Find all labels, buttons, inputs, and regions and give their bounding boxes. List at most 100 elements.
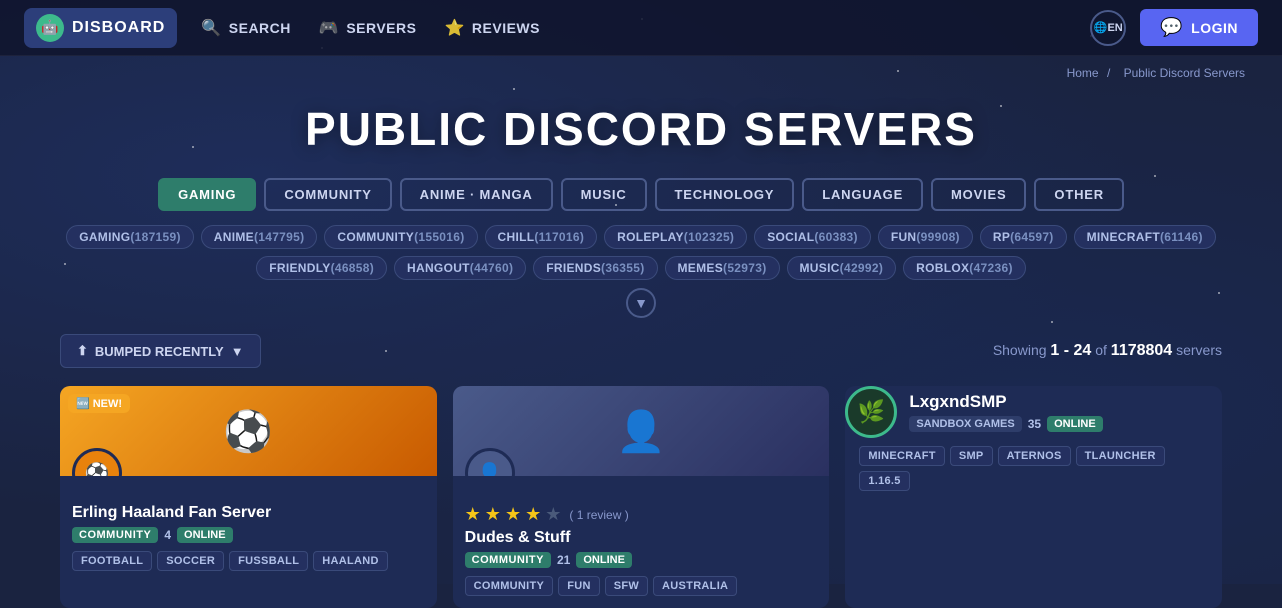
tag-pill-memes[interactable]: MEMES(52973) — [665, 256, 780, 280]
category-tab-community[interactable]: COMMUNITY — [264, 178, 391, 211]
tag-pill-friendly[interactable]: FRIENDLY(46858) — [256, 256, 387, 280]
nav-reviews[interactable]: ⭐ REVIEWS — [444, 18, 540, 38]
server-tags: COMMUNITYFUNSFWAUSTRALIA — [465, 576, 818, 596]
server-avatar: 🌿 — [845, 386, 897, 438]
tag-section: GAMING(187159) ANIME(147795)COMMUNITY(155… — [60, 225, 1222, 280]
tag-pill-minecraft[interactable]: MINECRAFT(61146) — [1074, 225, 1216, 249]
tag-pill-chill[interactable]: CHILL(117016) — [485, 225, 598, 249]
online-badge: ONLINE — [1047, 416, 1103, 432]
tag-pill-roblox[interactable]: ROBLOX(47236) — [903, 256, 1026, 280]
category-tab-music[interactable]: MUSIC — [561, 178, 647, 211]
tag-pill-fun[interactable]: FUN(99908) — [878, 225, 973, 249]
discord-icon: 💬 — [1160, 17, 1183, 38]
tag-pill-anime[interactable]: ANIME(147795) — [201, 225, 318, 249]
page-range: 1 - 24 — [1050, 342, 1091, 359]
chevron-down-icon[interactable]: ▼ — [626, 288, 656, 318]
filter-bar: ⬆ BUMPED RECENTLY ▼ Showing 1 - 24 of 11… — [60, 334, 1222, 368]
tag-sfw[interactable]: SFW — [605, 576, 648, 596]
tag-fun[interactable]: FUN — [558, 576, 600, 596]
server-name: Dudes & Stuff — [465, 529, 818, 547]
tag-pill-community[interactable]: COMMUNITY(155016) — [324, 225, 477, 249]
category-tab-language[interactable]: LANGUAGE — [802, 178, 923, 211]
logo[interactable]: 🤖 DISBOARD — [24, 8, 177, 48]
breadcrumb: Home / Public Discord Servers — [0, 56, 1282, 84]
logo-text: DISBOARD — [72, 19, 165, 37]
tag-pill-hangout[interactable]: HANGOUT(44760) — [394, 256, 526, 280]
tag-pill-gaming[interactable]: GAMING(187159) — [66, 225, 194, 249]
server-card-dudes-stuff[interactable]: 👤👤 ★★★★★( 1 review ) Dudes & Stuff COMMUNIT… — [453, 386, 830, 608]
server-category: SANDBOX GAMES — [909, 416, 1021, 432]
logo-icon: 🤖 — [36, 14, 64, 42]
tag-1165[interactable]: 1.16.5 — [859, 471, 909, 491]
tag-smp[interactable]: SMP — [950, 446, 993, 466]
nav-search[interactable]: 🔍 SEARCH — [201, 18, 291, 38]
tag-pill-friends[interactable]: FRIENDS(36355) — [533, 256, 657, 280]
server-meta: COMMUNITY 4 ONLINE — [72, 527, 425, 543]
star-rating: ★★★★★( 1 review ) — [465, 504, 818, 525]
tag-pill-music[interactable]: MUSIC(42992) — [787, 256, 897, 280]
server-category: COMMUNITY — [465, 552, 551, 568]
header-right: 🌐 EN 💬 LOGIN — [1090, 9, 1258, 46]
server-category: COMMUNITY — [72, 527, 158, 543]
category-tab-technology[interactable]: TECHNOLOGY — [655, 178, 795, 211]
tag-haaland[interactable]: HAALAND — [313, 551, 387, 571]
bumped-label: BUMPED RECENTLY — [95, 344, 224, 359]
server-name: LxgxndSMP — [909, 392, 1222, 412]
server-card-haaland[interactable]: ⚽🆕 NEW!⚽ Erling Haaland Fan Server COMMUNI… — [60, 386, 437, 608]
tag-pill-rp[interactable]: RP(64597) — [980, 225, 1067, 249]
tag-australia[interactable]: AUSTRALIA — [653, 576, 737, 596]
member-count: 4 — [164, 528, 171, 542]
tag-fussball[interactable]: FUSSBALL — [229, 551, 308, 571]
bumped-recently-button[interactable]: ⬆ BUMPED RECENTLY ▼ — [60, 334, 261, 368]
tag-community[interactable]: COMMUNITY — [465, 576, 554, 596]
tag-soccer[interactable]: SOCCER — [157, 551, 224, 571]
main-content: PUBLIC DISCORD SERVERS GAMINGCOMMUNITYAN… — [0, 102, 1282, 608]
breadcrumb-current: Public Discord Servers — [1124, 66, 1245, 80]
star-icon: ⭐ — [444, 18, 464, 38]
total-count: 1178804 — [1111, 342, 1172, 359]
main-nav: 🔍 SEARCH 🎮 SERVERS ⭐ REVIEWS — [201, 18, 1090, 38]
tag-pill-roleplay[interactable]: ROLEPLAY(102325) — [604, 225, 747, 249]
category-tabs: GAMINGCOMMUNITY ANIME · MANGAMUSICTECHNOL… — [60, 178, 1222, 211]
breadcrumb-home[interactable]: Home — [1067, 66, 1099, 80]
servers-label: SERVERS — [346, 20, 416, 36]
of-label: of — [1095, 342, 1107, 358]
server-card-lxgxndsmp[interactable]: 🌿 LxgxndSMP SANDBOX GAMES35ONLINE MINECRAFT… — [845, 386, 1222, 608]
tag-minecraft[interactable]: MINECRAFT — [859, 446, 944, 466]
server-meta: COMMUNITY21ONLINE — [465, 552, 818, 568]
card-body: Erling Haaland Fan Server COMMUNITY 4 ONLIN… — [60, 476, 437, 583]
tag-aternos[interactable]: ATERNOS — [998, 446, 1071, 466]
login-label: LOGIN — [1191, 20, 1238, 36]
language-button[interactable]: 🌐 EN — [1090, 10, 1126, 46]
category-tab-movies[interactable]: MOVIES — [931, 178, 1026, 211]
star-2: ★ — [485, 504, 501, 525]
gamepad-icon: 🎮 — [319, 18, 339, 38]
breadcrumb-separator: / — [1107, 66, 1110, 80]
tag-pill-social[interactable]: SOCIAL(60383) — [754, 225, 871, 249]
tag-football[interactable]: FOOTBALL — [72, 551, 152, 571]
globe-icon: 🌐 — [1094, 21, 1108, 34]
category-tab-other[interactable]: OTHER — [1034, 178, 1124, 211]
server-meta: SANDBOX GAMES35ONLINE — [909, 416, 1222, 432]
card-body: ★★★★★( 1 review ) Dudes & Stuff COMMUNITY2… — [453, 476, 830, 608]
online-badge: ONLINE — [576, 552, 632, 568]
online-badge: ONLINE — [177, 527, 233, 543]
showing-label: Showing — [993, 342, 1047, 358]
new-badge: 🆕 NEW! — [68, 394, 130, 413]
new-badge-icon: 🆕 — [76, 397, 90, 410]
category-tab-gaming[interactable]: GAMING — [158, 178, 256, 211]
star-1: ★ — [465, 504, 481, 525]
page-title: PUBLIC DISCORD SERVERS — [60, 102, 1222, 156]
server-name: Erling Haaland Fan Server — [72, 504, 425, 522]
tag-tlauncher[interactable]: TLAUNCHER — [1076, 446, 1165, 466]
nav-servers[interactable]: 🎮 SERVERS — [319, 18, 417, 38]
login-button[interactable]: 💬 LOGIN — [1140, 9, 1258, 46]
server-tags: FOOTBALLSOCCERFUSSBALLHAALAND — [72, 551, 425, 571]
card-banner: 👤👤 — [453, 386, 830, 476]
star-4: ★ — [525, 504, 541, 525]
card-banner: ⚽🆕 NEW!⚽ — [60, 386, 437, 476]
header: 🤖 DISBOARD 🔍 SEARCH 🎮 SERVERS ⭐ REVIEWS … — [0, 0, 1282, 56]
category-tab-anime-manga[interactable]: ANIME · MANGA — [400, 178, 553, 211]
reviews-label: REVIEWS — [472, 20, 540, 36]
expand-tags: ▼ — [60, 288, 1222, 318]
